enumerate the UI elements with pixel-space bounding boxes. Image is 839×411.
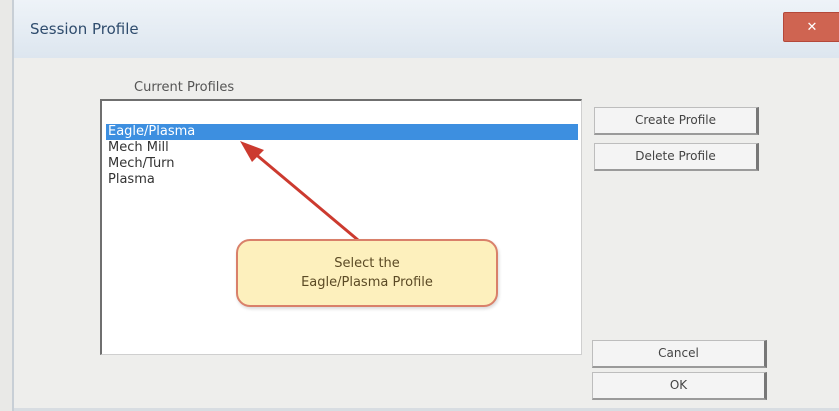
annotation-arrow xyxy=(240,141,359,242)
callout-line-1: Select the xyxy=(334,256,400,271)
callout-tooltip: Select the Eagle/Plasma Profile xyxy=(236,239,498,307)
callout-line-2: Eagle/Plasma Profile xyxy=(301,275,433,290)
arrow-shaft xyxy=(252,150,359,242)
